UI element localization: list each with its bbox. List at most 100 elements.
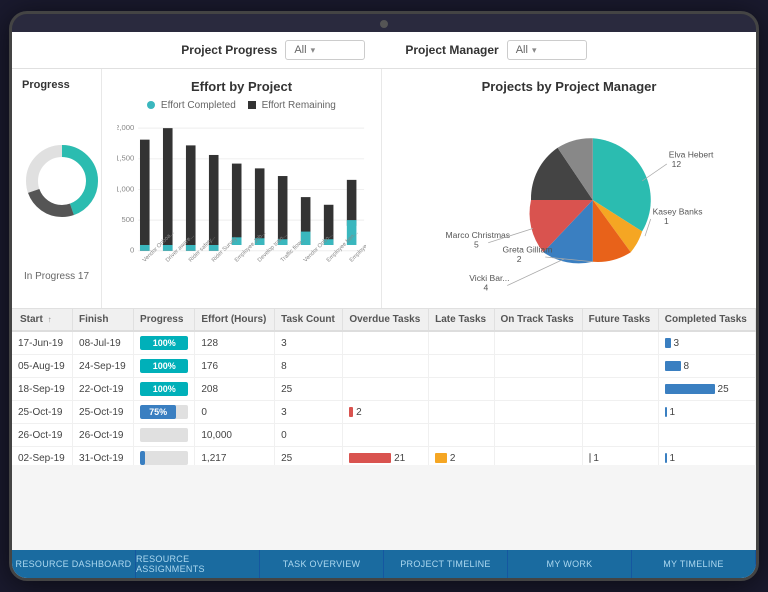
cell-start: 05-Aug-19 [12, 355, 73, 378]
donut-chart [22, 141, 102, 231]
filter-bar: Project Progress All ▾ Project Manager A… [12, 32, 756, 69]
progress-bar-bg [140, 428, 188, 442]
completed-bar [665, 361, 681, 371]
effort-chart: Effort by Project Effort Completed Effor… [102, 69, 382, 308]
project-progress-filter-group: Project Progress All ▾ [181, 40, 365, 60]
col-start: Start ↑ [12, 309, 73, 331]
table-header-row: Start ↑ Finish Progress Effort (Hours) T… [12, 309, 756, 331]
sort-arrow-start: ↑ [48, 315, 52, 324]
table-row: 18-Sep-19 22-Oct-19 100% 208 25 25 [12, 378, 756, 401]
cell-effort: 128 [195, 331, 275, 355]
pie-chart-svg: Elva Hebert 12 Kasey Banks 1 Greta Gilli… [397, 105, 741, 295]
svg-text:5: 5 [474, 240, 479, 250]
cell-late [429, 401, 494, 424]
cell-future [582, 378, 658, 401]
cell-on-track [494, 355, 582, 378]
pie-area: Elva Hebert 12 Kasey Banks 1 Greta Gilli… [397, 100, 741, 300]
cell-start: 02-Sep-19 [12, 447, 73, 466]
pie-chart-title: Projects by Project Manager [397, 79, 741, 94]
tab-resource-dashboard[interactable]: RESOURCE DASHBOARD [12, 550, 136, 578]
cell-on-track [494, 424, 582, 447]
cell-effort: 1,217 [195, 447, 275, 466]
chevron-down-icon: ▾ [311, 45, 316, 56]
legend-remaining: Effort Remaining [248, 100, 336, 111]
effort-chart-legend: Effort Completed Effort Remaining [117, 100, 366, 111]
cell-progress: 100% [134, 331, 195, 355]
project-progress-label: Project Progress [181, 43, 277, 57]
cell-overdue: 21 [343, 447, 429, 466]
cell-overdue [343, 424, 429, 447]
col-late: Late Tasks [429, 309, 494, 331]
cell-future [582, 424, 658, 447]
progress-chart: Progress In Progress 17 [12, 69, 102, 308]
cell-effort: 10,000 [195, 424, 275, 447]
table-container[interactable]: Start ↑ Finish Progress Effort (Hours) T… [12, 309, 756, 465]
cell-future [582, 401, 658, 424]
progress-title: Progress [22, 79, 91, 91]
project-manager-dropdown[interactable]: All ▾ [507, 40, 587, 60]
project-table: Start ↑ Finish Progress Effort (Hours) T… [12, 309, 756, 465]
col-task-count: Task Count [275, 309, 343, 331]
svg-text:1,000: 1,000 [117, 184, 134, 193]
col-progress: Progress [134, 309, 195, 331]
cell-start: 26-Oct-19 [12, 424, 73, 447]
completed-bar [665, 384, 715, 394]
progress-bar-bg: 75% [140, 405, 188, 419]
table-row: 05-Aug-19 24-Sep-19 100% 176 8 8 [12, 355, 756, 378]
cell-on-track [494, 378, 582, 401]
cell-task-count: 0 [275, 424, 343, 447]
completed-bar [665, 338, 671, 348]
cell-late [429, 424, 494, 447]
project-progress-dropdown[interactable]: All ▾ [285, 40, 365, 60]
tab-resource-assignments[interactable]: RESOURCE ASSIGNMENTS [136, 550, 260, 578]
progress-in-progress-label: In Progress 17 [22, 271, 91, 282]
cell-effort: 0 [195, 401, 275, 424]
tab-my-work[interactable]: MY WORK [508, 550, 632, 578]
cell-future: 1 [582, 447, 658, 466]
cell-task-count: 25 [275, 447, 343, 466]
cell-progress: 100% [134, 355, 195, 378]
svg-text:12: 12 [672, 159, 682, 169]
cell-effort: 208 [195, 378, 275, 401]
cell-finish: 25-Oct-19 [73, 401, 134, 424]
progress-bar-bg: 100% [140, 359, 188, 373]
progress-bar-bg: 100% [140, 382, 188, 396]
cell-overdue [343, 378, 429, 401]
chevron-down-icon-2: ▾ [532, 45, 537, 56]
cell-completed: 1 [658, 447, 755, 466]
cell-completed [658, 424, 755, 447]
svg-text:500: 500 [121, 215, 134, 224]
tab-my-timeline[interactable]: MY TIMELINE [632, 550, 756, 578]
progress-bar-bg: 100% [140, 336, 188, 350]
cell-completed: 25 [658, 378, 755, 401]
pie-chart: Projects by Project Manager [382, 69, 756, 308]
tab-project-timeline[interactable]: PROJECT TIMELINE [384, 550, 508, 578]
completed-bar [665, 407, 667, 417]
cell-progress: 75% [134, 401, 195, 424]
cell-future [582, 355, 658, 378]
legend-completed-dot [147, 101, 155, 109]
tab-task-overview[interactable]: TASK OVERVIEW [260, 550, 384, 578]
project-progress-value: All [294, 44, 306, 56]
charts-row: Progress In Progress 17 Effort by Projec… [12, 69, 756, 309]
svg-text:1: 1 [664, 216, 669, 226]
progress-bar-fill [140, 451, 145, 465]
progress-bar-fill: 100% [140, 359, 188, 373]
legend-completed: Effort Completed [147, 100, 236, 111]
cell-task-count: 8 [275, 355, 343, 378]
completed-bar [665, 453, 667, 463]
table-row: 17-Jun-19 08-Jul-19 100% 128 3 3 [12, 331, 756, 355]
cell-finish: 31-Oct-19 [73, 447, 134, 466]
late-bar [435, 453, 447, 463]
project-manager-filter-group: Project Manager All ▾ [405, 40, 586, 60]
project-manager-label: Project Manager [405, 43, 498, 57]
cell-progress [134, 424, 195, 447]
cell-finish: 08-Jul-19 [73, 331, 134, 355]
bar-chart-area: 2,000 1,500 1,000 500 0 [117, 117, 366, 282]
svg-text:Kasey Banks: Kasey Banks [653, 206, 703, 216]
screen: Project Progress All ▾ Project Manager A… [12, 32, 756, 578]
cell-progress: 100% [134, 378, 195, 401]
cell-late [429, 378, 494, 401]
cell-task-count: 25 [275, 378, 343, 401]
cell-start: 17-Jun-19 [12, 331, 73, 355]
